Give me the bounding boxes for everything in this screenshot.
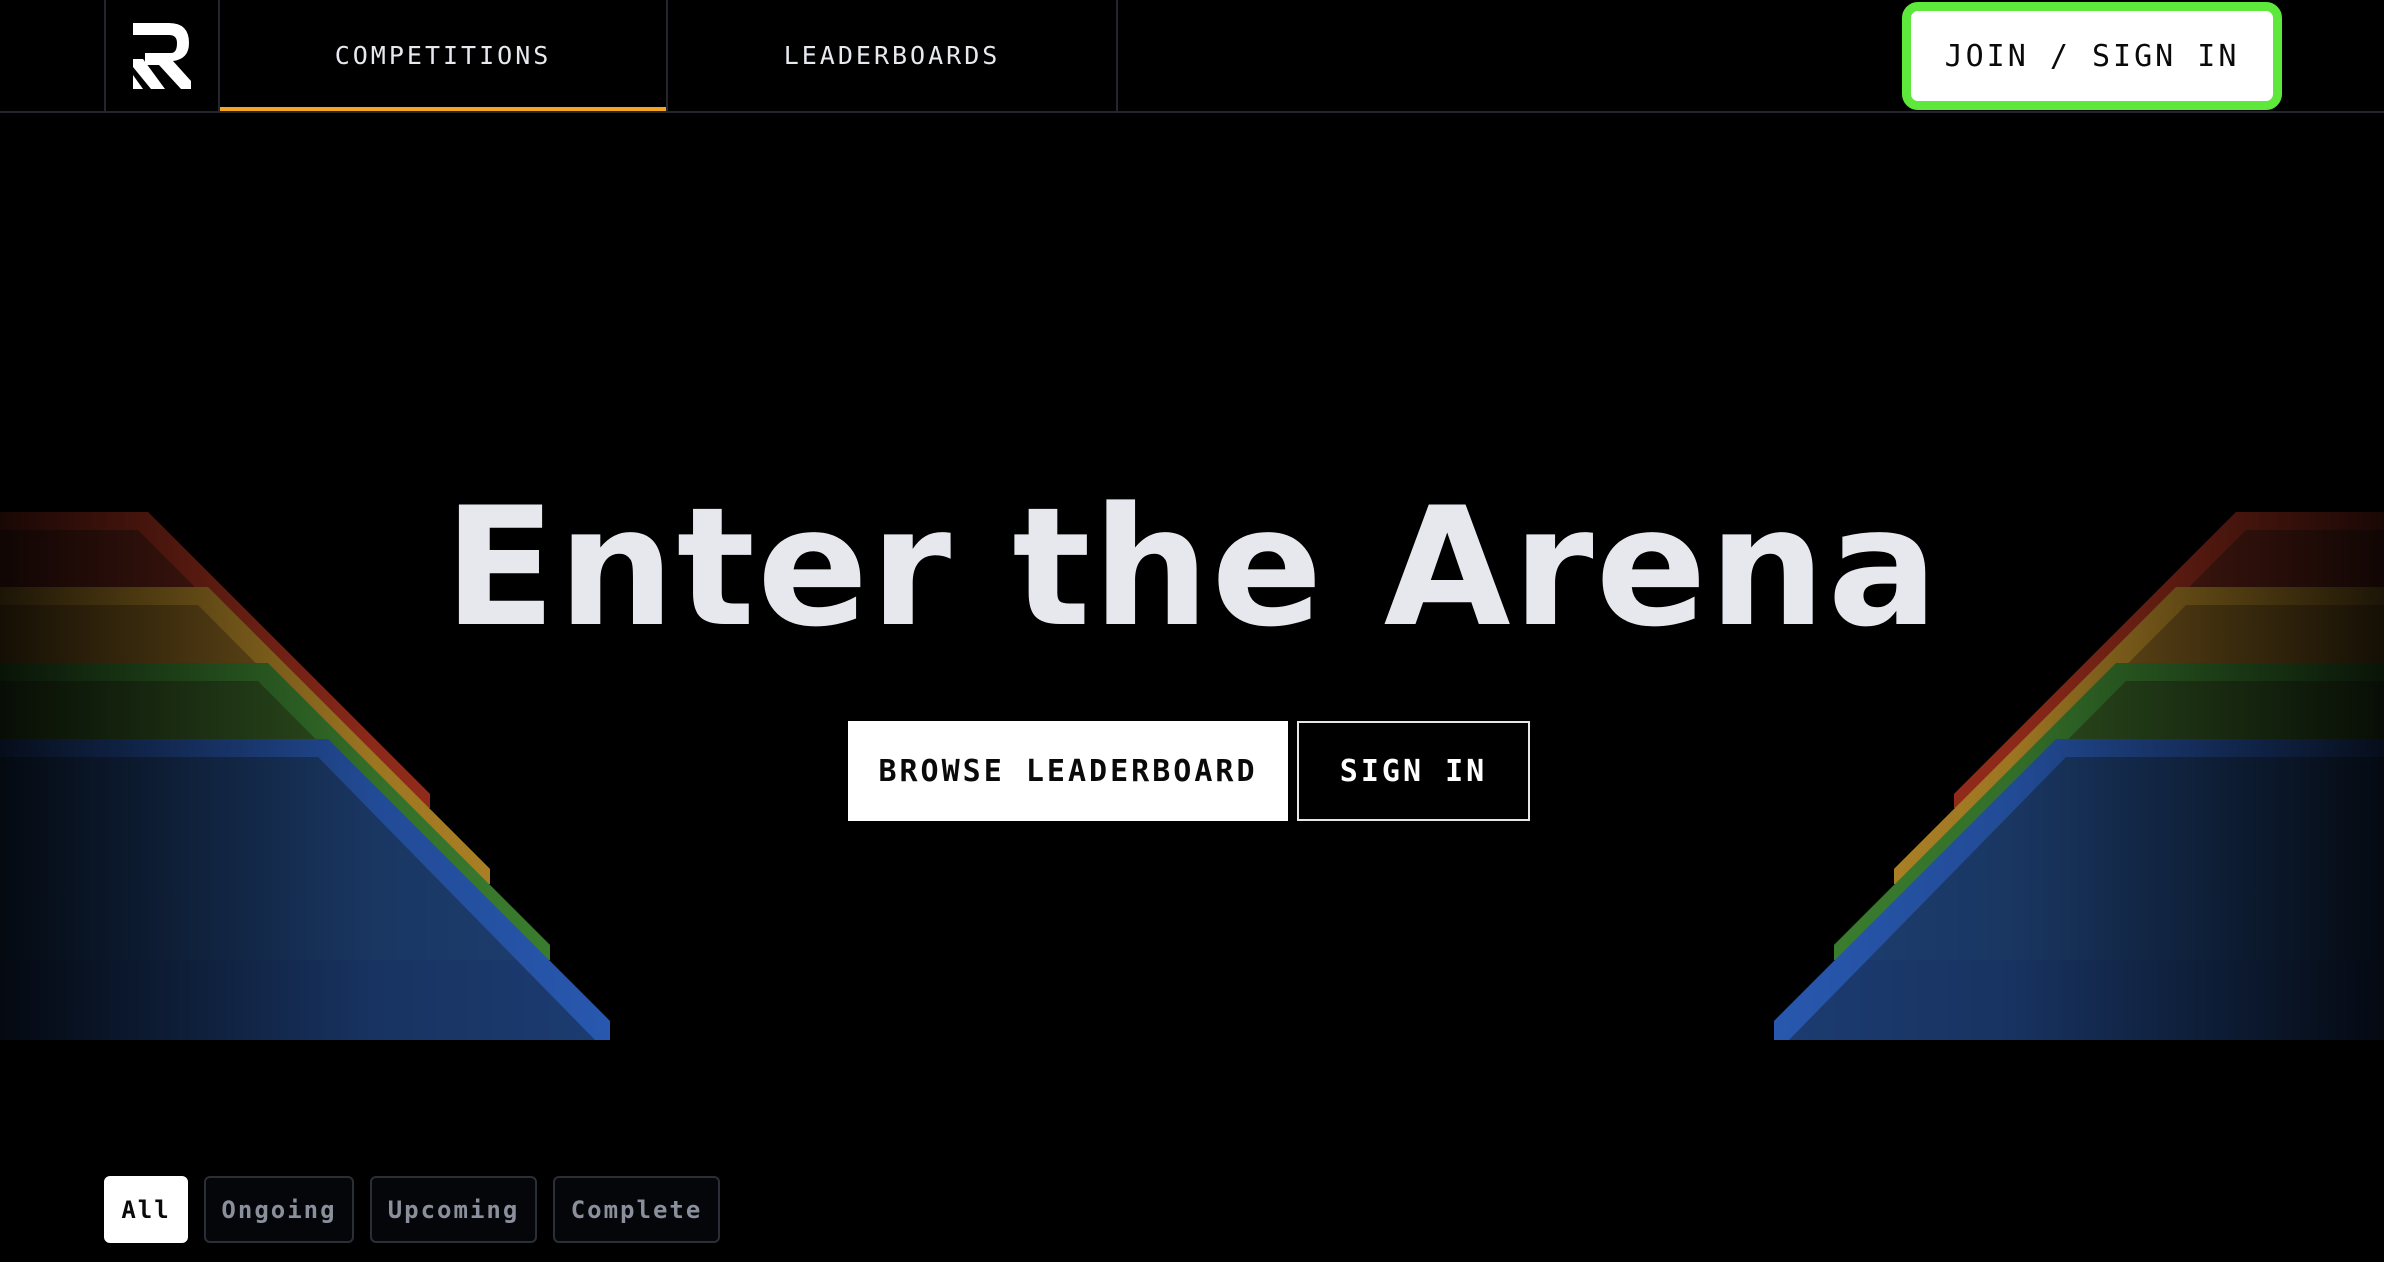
filter-ongoing[interactable]: Ongoing (204, 1176, 354, 1243)
filter-complete[interactable]: Complete (553, 1176, 720, 1243)
tab-leaderboards[interactable]: LEADERBOARDS (668, 0, 1118, 111)
filter-all[interactable]: All (104, 1176, 188, 1243)
tab-competitions[interactable]: COMPETITIONS (220, 0, 668, 111)
logo-link[interactable] (104, 0, 220, 111)
brand-r-logo-icon (133, 22, 191, 89)
hero-title: Enter the Arena (443, 472, 1941, 663)
browse-leaderboard-button[interactable]: BROWSE LEADERBOARD (848, 721, 1288, 821)
competition-filters: All Ongoing Upcoming Complete (104, 1176, 720, 1243)
top-nav: COMPETITIONS LEADERBOARDS JOIN / SIGN IN (0, 0, 2384, 113)
filter-upcoming[interactable]: Upcoming (370, 1176, 537, 1243)
sign-in-button[interactable]: SIGN IN (1297, 721, 1530, 821)
join-sign-in-button[interactable]: JOIN / SIGN IN (1902, 2, 2282, 110)
